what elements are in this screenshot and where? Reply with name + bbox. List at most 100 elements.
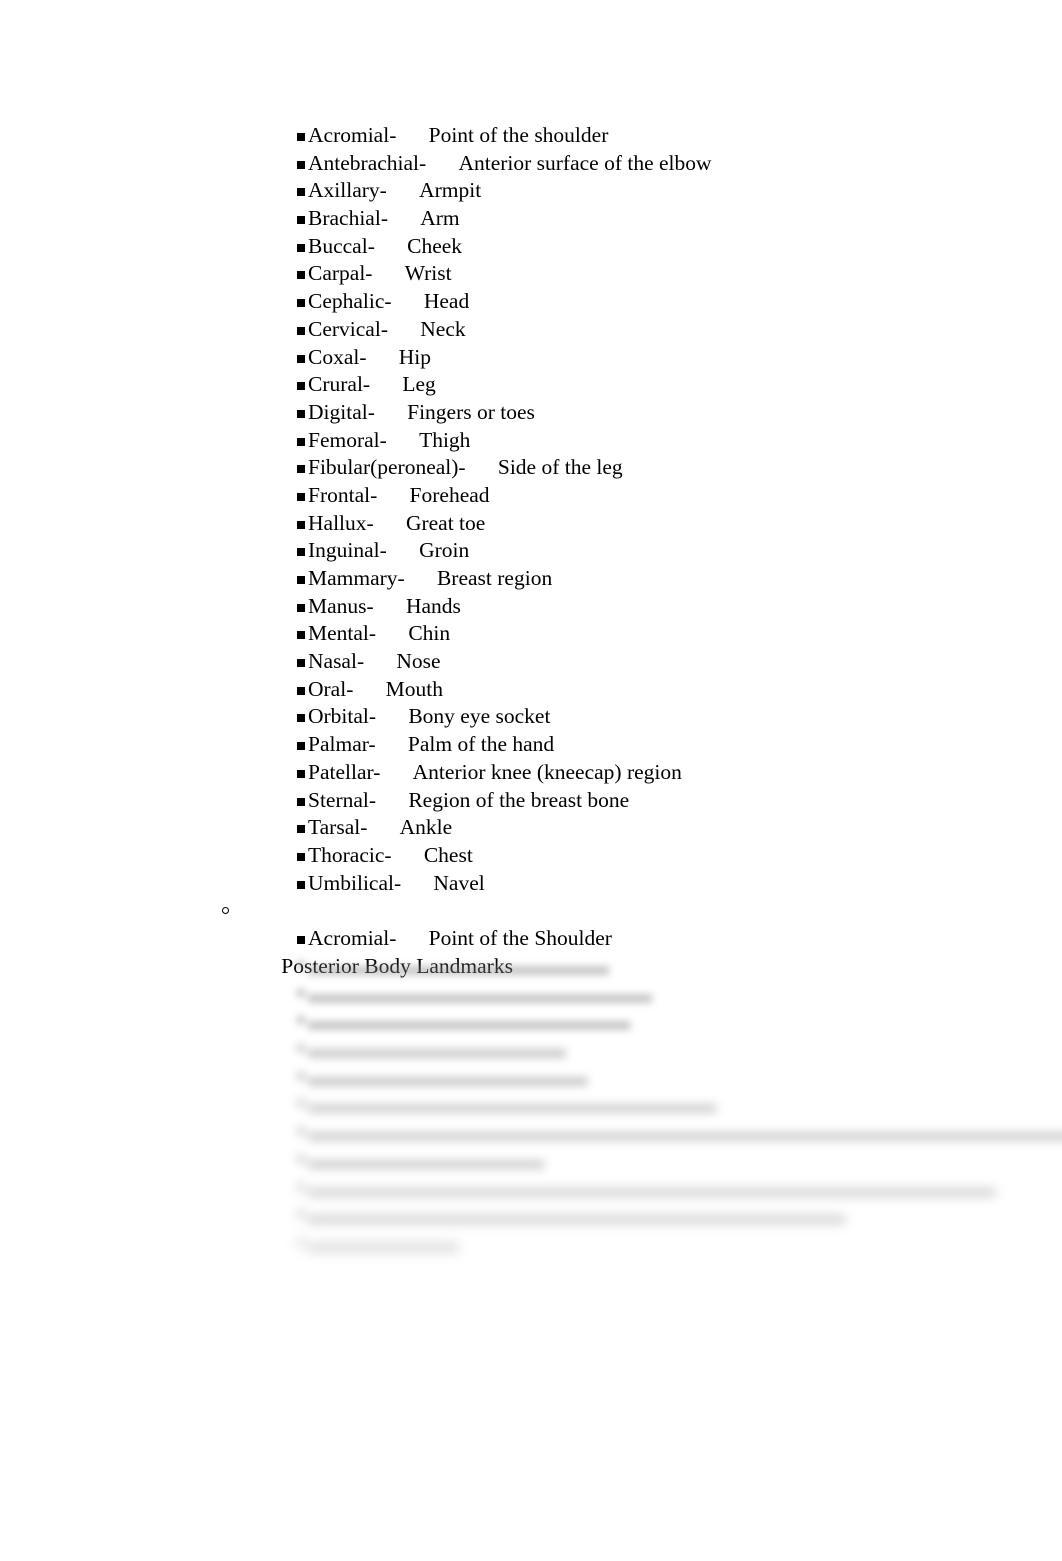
term-definition-gap [377,483,409,507]
landmark-definition: Cheek [407,233,463,258]
list-item: Brachial- Arm [297,205,1062,233]
square-bullet-icon [297,1154,305,1163]
landmark-definition: Groin [419,538,470,563]
term-definition-gap [426,151,458,175]
list-item: Digital- Fingers or toes [297,399,1062,427]
landmark-term: Manus- [308,593,374,618]
landmark-definition: Nose [396,649,441,674]
square-bullet-icon [297,1099,305,1108]
posterior-body-landmarks-heading: Posterior Body Landmarks [222,897,1062,978]
landmark-term: Buccal- [308,233,375,258]
square-bullet-icon [297,437,305,446]
square-bullet-icon [297,354,305,363]
term-definition-gap [392,843,424,867]
term-definition-gap [375,234,407,258]
list-item: Manus- Hands [297,593,1062,621]
square-bullet-icon [297,1182,305,1191]
list-item: Acromial- Point of the Shoulder [297,925,1062,953]
obscured-landmarks-block [0,950,1062,1255]
landmark-term: Frontal- [308,482,378,507]
list-item: Cervical- Neck [297,316,1062,344]
list-item: Fibular(peroneal)- Side of the leg [297,454,1062,482]
square-bullet-icon [297,409,305,418]
list-item: Hallux- Great toe [297,510,1062,538]
square-bullet-icon [297,188,305,197]
square-bullet-icon [297,603,305,612]
landmark-term: Antebrachial- [308,150,427,175]
term-definition-gap [374,511,406,535]
term-definition-gap [387,428,419,452]
obscured-list-item [297,1144,1062,1172]
landmark-definition: Thigh [419,427,471,452]
landmark-definition: Hip [398,344,432,369]
term-definition-gap [380,760,412,784]
term-definition-gap [387,538,419,562]
landmark-term: Hallux- [308,510,374,535]
square-bullet-icon [297,714,305,723]
obscured-list-item [297,1005,1062,1033]
list-item: Axillary- Armpit [297,177,1062,205]
landmark-term: Cervical- [308,316,388,341]
landmark-term: Axillary- [308,178,387,203]
obscured-text [308,951,609,975]
term-definition-gap [405,566,437,590]
square-bullet-icon [297,492,305,501]
landmark-term: Fibular(peroneal)- [308,455,466,480]
square-bullet-icon [297,1237,305,1246]
landmark-term: Mammary- [308,566,405,590]
square-bullet-icon [297,133,305,141]
obscured-list-item [297,1227,1062,1255]
landmark-definition: Leg [402,372,436,397]
landmark-term: Carpal- [308,261,373,286]
list-item: Coxal- Hip [297,344,1062,372]
landmark-term: Tarsal- [308,815,368,840]
list-item: Umbilical- Navel [297,870,1062,898]
list-item: Orbital- Bony eye socket [297,703,1062,731]
term-definition-gap [372,261,404,285]
term-definition-gap [376,621,408,645]
landmark-definition: Breast region [436,566,553,590]
square-bullet-icon [297,1210,305,1219]
square-bullet-icon [297,520,305,529]
obscured-list-item [297,1033,1062,1061]
square-bullet-icon [297,769,305,778]
list-item: Nasal- Nose [297,648,1062,676]
list-item: Carpal- Wrist [297,260,1062,288]
obscured-list-item [297,1088,1062,1116]
term-definition-gap [367,815,399,839]
term-definition-gap [364,649,396,673]
square-bullet-icon [297,961,305,969]
obscured-list-item [297,1172,1062,1200]
term-definition-gap [466,455,498,479]
obscured-text [308,1228,459,1252]
landmark-term: Cephalic- [308,289,392,314]
landmarks-content: Acromial- Point of the shoulder Antebrach… [0,122,1062,978]
landmark-term: Crural- [308,372,371,397]
term-definition-gap [367,345,399,369]
landmark-term: Femoral- [308,427,387,452]
landmark-definition: Point of the Shoulder [428,925,612,950]
square-bullet-icon [297,576,305,584]
list-item: Crural- Leg [297,371,1062,399]
obscured-list-item [297,978,1062,1006]
list-item: Inguinal- Groin [297,537,1062,565]
landmark-definition: Palm of the hand [407,732,555,757]
landmark-definition: Forehead [409,482,490,507]
term-definition-gap [376,732,408,756]
square-bullet-icon [297,271,305,280]
square-bullet-icon [297,631,305,640]
landmark-term: Inguinal- [308,538,387,563]
list-item: Sternal- Region of the breast bone [297,787,1062,815]
landmark-definition: Head [423,289,470,314]
square-bullet-icon [297,825,305,834]
term-definition-gap [387,178,419,202]
obscured-text [308,1062,588,1086]
obscured-text [308,1173,996,1197]
list-item: Patellar- Anterior knee (kneecap) region [297,759,1062,787]
term-definition-gap [396,123,428,147]
landmark-term: Thoracic- [308,842,392,867]
landmark-term: Brachial- [308,206,388,231]
obscured-list-item [297,1061,1062,1089]
square-bullet-icon [297,243,305,252]
square-bullet-icon [297,299,305,308]
